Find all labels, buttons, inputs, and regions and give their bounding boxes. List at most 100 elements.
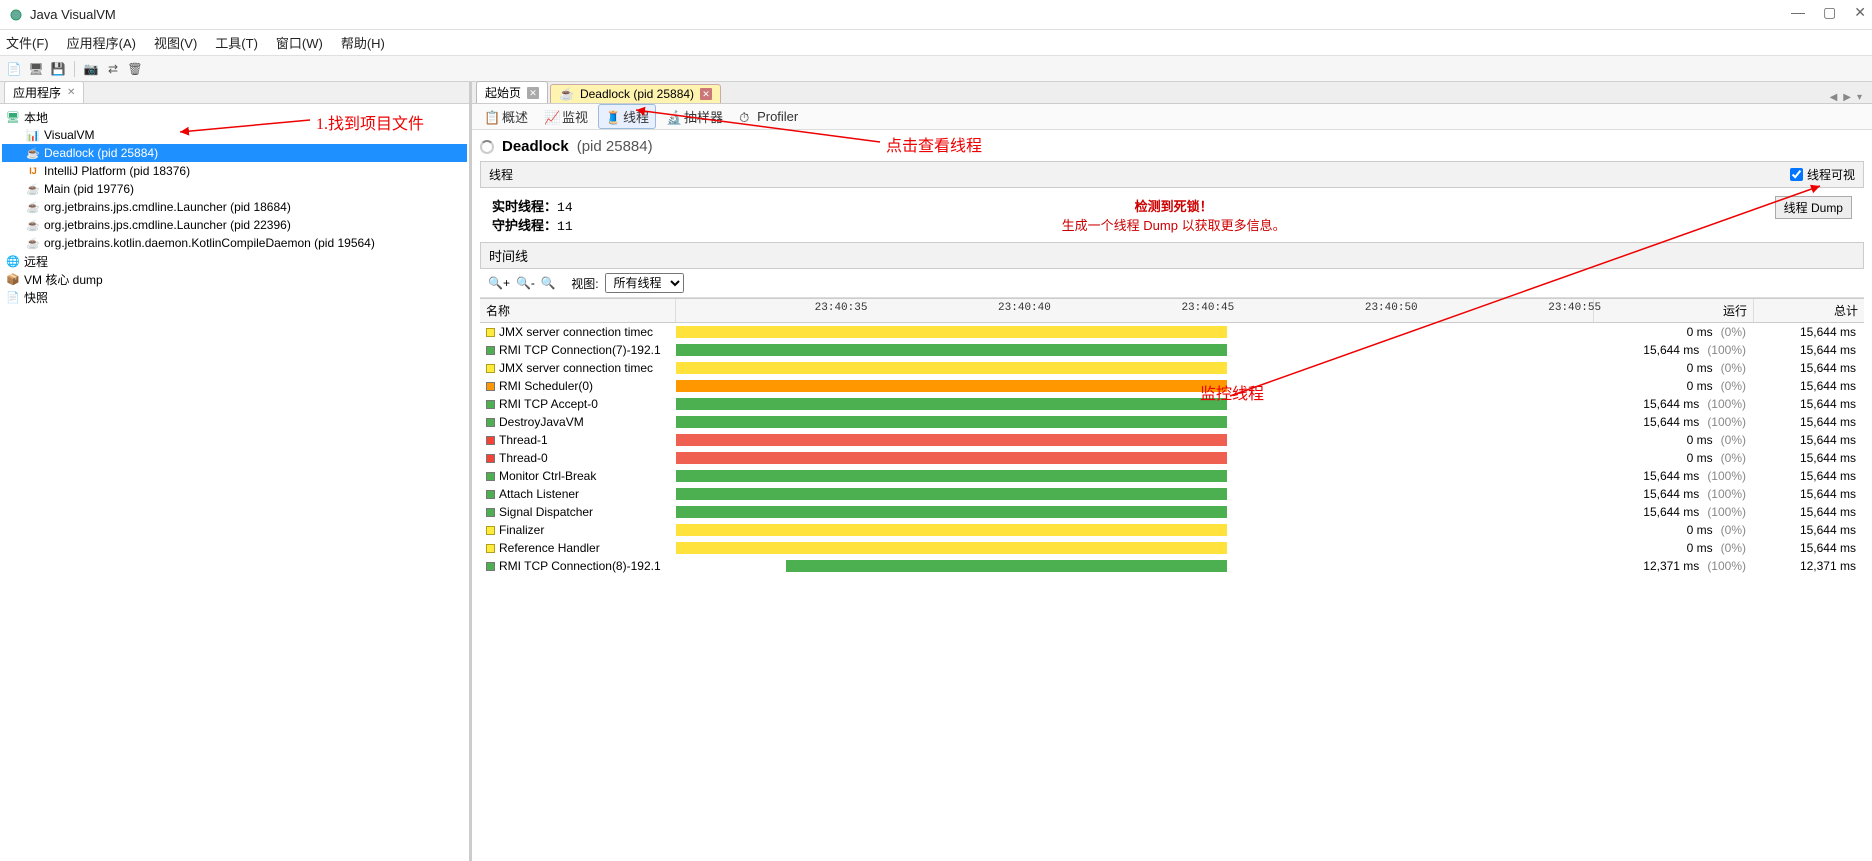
- java-icon: ☕: [559, 87, 574, 101]
- sidebar-tabstrip: 应用程序 ✕: [0, 82, 469, 104]
- monitor-icon: 📈: [544, 110, 558, 124]
- thread-row[interactable]: JMX server connection timec0 ms(0%)15,64…: [480, 323, 1864, 341]
- state-color-icon: [486, 508, 495, 517]
- editor-area: 起始页 ✕ ☕ Deadlock (pid 25884) ✕ ◀ ▶ ▾ 📋概述…: [472, 82, 1872, 861]
- menu-view[interactable]: 视图(V): [154, 33, 197, 52]
- thread-name: Attach Listener: [499, 487, 579, 501]
- zoom-in-icon[interactable]: 🔍+: [488, 276, 510, 290]
- sidebar-tab-apps[interactable]: 应用程序 ✕: [4, 81, 84, 103]
- state-color-icon: [486, 400, 495, 409]
- menu-file[interactable]: 文件(F): [6, 33, 49, 52]
- thread-row[interactable]: DestroyJavaVM15,644 ms(100%)15,644 ms: [480, 413, 1864, 431]
- java-icon: ☕: [26, 218, 40, 232]
- open-icon[interactable]: 📄: [4, 59, 24, 79]
- thread-row[interactable]: JMX server connection timec0 ms(0%)15,64…: [480, 359, 1864, 377]
- thread-dump-button[interactable]: 线程 Dump: [1775, 196, 1852, 219]
- thread-row[interactable]: RMI TCP Connection(8)-192.112,371 ms(100…: [480, 557, 1864, 575]
- state-color-icon: [486, 526, 495, 535]
- column-run[interactable]: 运行: [1594, 299, 1754, 322]
- column-total[interactable]: 总计: [1754, 299, 1864, 322]
- thread-total-cell: 15,644 ms: [1754, 469, 1864, 483]
- java-icon: ☕: [26, 146, 40, 160]
- thread-name-cell: Thread-1: [480, 433, 676, 447]
- thread-row[interactable]: Thread-00 ms(0%)15,644 ms: [480, 449, 1864, 467]
- subtab-monitor[interactable]: 📈监视: [538, 105, 594, 128]
- add-host-icon[interactable]: 🖥: [26, 59, 46, 79]
- thread-row[interactable]: RMI TCP Connection(7)-192.115,644 ms(100…: [480, 341, 1864, 359]
- tree-item[interactable]: IJIntelliJ Platform (pid 18376): [2, 162, 467, 180]
- thread-timeline-cell: [676, 433, 1594, 447]
- host-icon: 🖥: [6, 110, 20, 124]
- zoom-out-icon[interactable]: 🔍-: [516, 276, 535, 290]
- thread-row[interactable]: Reference Handler0 ms(0%)15,644 ms: [480, 539, 1864, 557]
- column-name[interactable]: 名称: [480, 299, 676, 322]
- state-color-icon: [486, 436, 495, 445]
- java-icon: ☕: [26, 200, 40, 214]
- subtab-profiler[interactable]: ⏱Profiler: [733, 107, 804, 126]
- tab-prev-icon[interactable]: ◀: [1830, 92, 1838, 103]
- thread-row[interactable]: RMI TCP Accept-015,644 ms(100%)15,644 ms: [480, 395, 1864, 413]
- window-title: Java VisualVM: [30, 7, 1864, 22]
- thread-name: Signal Dispatcher: [499, 505, 593, 519]
- menu-help[interactable]: 帮助(H): [341, 33, 385, 52]
- thread-timeline-cell: [676, 505, 1594, 519]
- tree-node-remote[interactable]: 🌐 远程: [2, 252, 467, 270]
- tree-item[interactable]: 📊VisualVM: [2, 126, 467, 144]
- tab-list-icon[interactable]: ▾: [1857, 92, 1862, 103]
- app-tree[interactable]: 🖥 本地 📊VisualVM☕Deadlock (pid 25884)IJInt…: [0, 104, 469, 861]
- menu-app[interactable]: 应用程序(A): [67, 33, 136, 52]
- save-icon[interactable]: 💾: [48, 59, 68, 79]
- subtab-sampler[interactable]: 🔬抽样器: [660, 105, 729, 128]
- thread-name-cell: Reference Handler: [480, 541, 676, 555]
- sampler-icon: 🔬: [666, 110, 680, 124]
- tree-item-label: IntelliJ Platform (pid 18376): [44, 164, 190, 178]
- zoom-fit-icon[interactable]: 🔍: [541, 276, 556, 290]
- subtab-threads[interactable]: 🧵线程: [598, 104, 656, 129]
- view-filter-select[interactable]: 所有线程: [605, 273, 684, 293]
- time-tick: 23:40:45: [1181, 302, 1234, 314]
- maximize-button[interactable]: ▢: [1823, 4, 1836, 21]
- thread-row[interactable]: Finalizer0 ms(0%)15,644 ms: [480, 521, 1864, 539]
- zoom-toolbar: 🔍+ 🔍- 🔍 视图: 所有线程: [480, 269, 1864, 298]
- tree-item[interactable]: ☕org.jetbrains.jps.cmdline.Launcher (pid…: [2, 216, 467, 234]
- tree-item[interactable]: ☕org.jetbrains.jps.cmdline.Launcher (pid…: [2, 198, 467, 216]
- tree-node-snapshot[interactable]: 📄 快照: [2, 288, 467, 306]
- tree-item[interactable]: ☕Main (pid 19776): [2, 180, 467, 198]
- thread-row[interactable]: Thread-10 ms(0%)15,644 ms: [480, 431, 1864, 449]
- threads-visible-checkbox[interactable]: [1790, 168, 1803, 181]
- thread-row[interactable]: Monitor Ctrl-Break15,644 ms(100%)15,644 …: [480, 467, 1864, 485]
- close-icon[interactable]: ✕: [700, 88, 712, 100]
- thread-name-cell: RMI TCP Connection(8)-192.1: [480, 559, 676, 573]
- thread-total-cell: 15,644 ms: [1754, 343, 1864, 357]
- thread-name: Reference Handler: [499, 541, 600, 555]
- tab-start[interactable]: 起始页 ✕: [476, 81, 548, 103]
- tree-item[interactable]: ☕Deadlock (pid 25884): [2, 144, 467, 162]
- timeline-bar: [676, 452, 1227, 464]
- menu-tools[interactable]: 工具(T): [215, 33, 258, 52]
- thread-name-cell: RMI TCP Connection(7)-192.1: [480, 343, 676, 357]
- separator: [74, 61, 75, 77]
- tab-next-icon[interactable]: ▶: [1843, 92, 1851, 103]
- menu-window[interactable]: 窗口(W): [276, 33, 323, 52]
- profiler-icon: ⏱: [739, 110, 753, 124]
- thread-name: Monitor Ctrl-Break: [499, 469, 596, 483]
- close-icon[interactable]: ✕: [67, 87, 75, 98]
- thread-row[interactable]: RMI Scheduler(0)0 ms(0%)15,644 ms: [480, 377, 1864, 395]
- tree-node-local[interactable]: 🖥 本地: [2, 108, 467, 126]
- gc-icon[interactable]: 🗑: [125, 59, 145, 79]
- tree-node-coredump[interactable]: 📦 VM 核心 dump: [2, 270, 467, 288]
- thread-row[interactable]: Signal Dispatcher15,644 ms(100%)15,644 m…: [480, 503, 1864, 521]
- thread-total-cell: 15,644 ms: [1754, 433, 1864, 447]
- subtab-overview[interactable]: 📋概述: [478, 105, 534, 128]
- tab-deadlock[interactable]: ☕ Deadlock (pid 25884) ✕: [550, 84, 721, 103]
- close-icon[interactable]: ✕: [527, 87, 539, 99]
- compare-icon[interactable]: ⇄: [103, 59, 123, 79]
- tree-item[interactable]: ☕org.jetbrains.kotlin.daemon.KotlinCompi…: [2, 234, 467, 252]
- state-color-icon: [486, 382, 495, 391]
- close-button[interactable]: ✕: [1854, 4, 1866, 21]
- snapshot-icon[interactable]: 📷: [81, 59, 101, 79]
- thread-name: Finalizer: [499, 523, 544, 537]
- thread-row[interactable]: Attach Listener15,644 ms(100%)15,644 ms: [480, 485, 1864, 503]
- thread-timeline-cell: [676, 379, 1594, 393]
- minimize-button[interactable]: —: [1791, 4, 1805, 21]
